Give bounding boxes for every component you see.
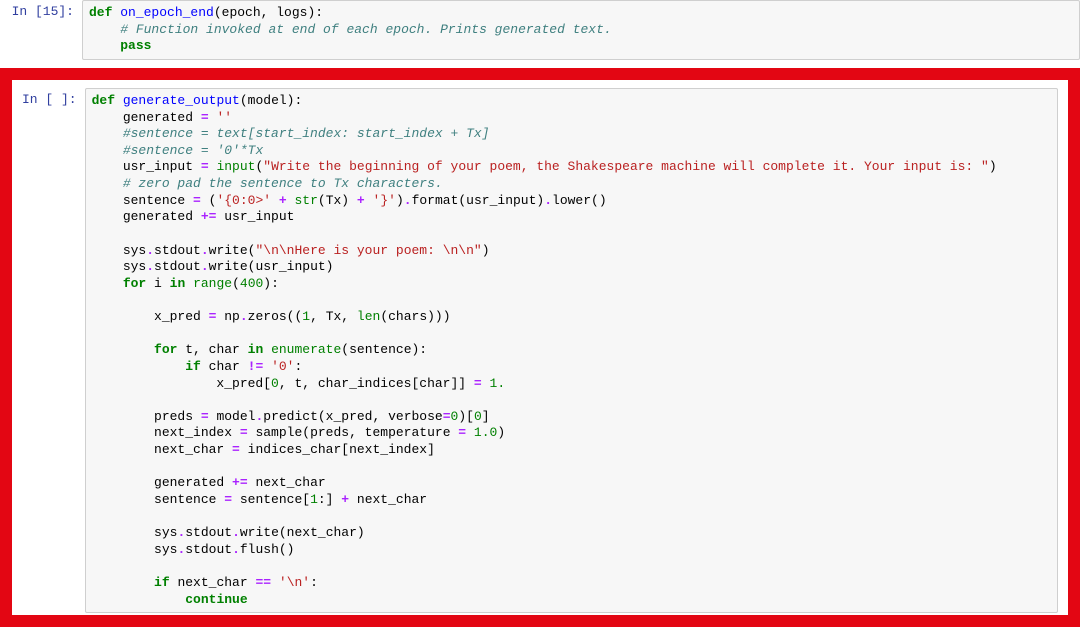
input-prompt: In [ ]: <box>22 88 85 109</box>
code-cell-empty[interactable]: In [ ]: def generate_output(model): gene… <box>22 88 1058 613</box>
code-input-area[interactable]: def generate_output(model): generated = … <box>85 88 1058 613</box>
code-content[interactable]: def generate_output(model): generated = … <box>92 93 1051 608</box>
code-content[interactable]: def on_epoch_end(epoch, logs): # Functio… <box>89 5 1073 55</box>
highlighted-cell-border: In [ ]: def generate_output(model): gene… <box>0 68 1080 627</box>
code-input-area[interactable]: def on_epoch_end(epoch, logs): # Functio… <box>82 0 1080 60</box>
code-cell-15[interactable]: In [15]: def on_epoch_end(epoch, logs): … <box>0 0 1080 60</box>
input-prompt: In [15]: <box>0 0 82 21</box>
